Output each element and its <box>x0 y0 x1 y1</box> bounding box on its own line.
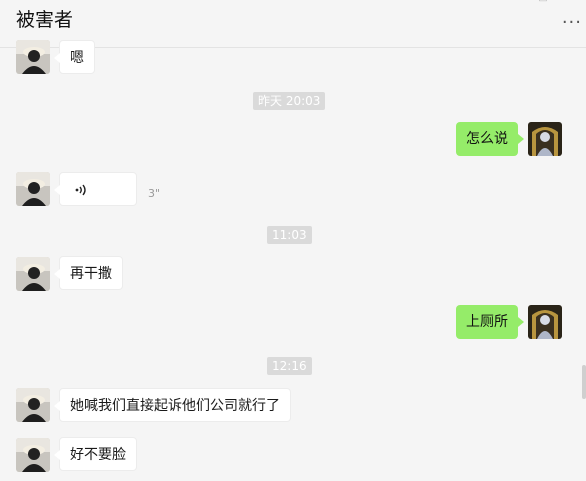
message-bubble-outgoing[interactable]: 上厕所 <box>456 305 524 339</box>
voice-wave-icon <box>75 184 86 196</box>
contact-avatar-image <box>16 40 50 74</box>
minimize-icon[interactable]: — <box>503 0 515 4</box>
message-bubble-incoming[interactable]: 再干撒 <box>54 256 123 290</box>
pin-icon[interactable]: ✛ <box>468 0 480 4</box>
self-avatar-image <box>528 122 562 156</box>
timestamp: 昨天 20:03 <box>253 92 326 110</box>
message-bubble-outgoing[interactable]: 怎么说 <box>456 122 524 156</box>
scrollbar-thumb[interactable] <box>582 365 586 399</box>
voice-duration: 3" <box>148 187 161 200</box>
message-bubble-incoming[interactable]: 嗯 <box>54 40 95 74</box>
timestamp: 12:16 <box>267 357 312 375</box>
maximize-icon[interactable]: □ <box>537 0 549 4</box>
contact-avatar-image <box>16 388 50 422</box>
self-avatar[interactable] <box>528 122 562 156</box>
timestamp: 11:03 <box>267 226 312 244</box>
contact-avatar-image <box>16 438 50 472</box>
contact-avatar[interactable] <box>16 40 50 74</box>
contact-avatar[interactable] <box>16 257 50 291</box>
contact-avatar-image <box>16 257 50 291</box>
close-icon[interactable]: ✕ <box>568 0 580 4</box>
chat-title: 被害者 <box>16 9 74 31</box>
message-bubble-incoming[interactable]: 好不要脸 <box>54 437 137 471</box>
contact-avatar[interactable] <box>16 438 50 472</box>
message-bubble-incoming[interactable]: 她喊我们直接起诉他们公司就行了 <box>54 388 291 422</box>
self-avatar[interactable] <box>528 305 562 339</box>
contact-avatar[interactable] <box>16 388 50 422</box>
more-options-button[interactable]: ··· <box>562 14 582 32</box>
self-avatar-image <box>528 305 562 339</box>
voice-message-bubble[interactable] <box>54 172 137 206</box>
contact-avatar[interactable] <box>16 172 50 206</box>
contact-avatar-image <box>16 172 50 206</box>
